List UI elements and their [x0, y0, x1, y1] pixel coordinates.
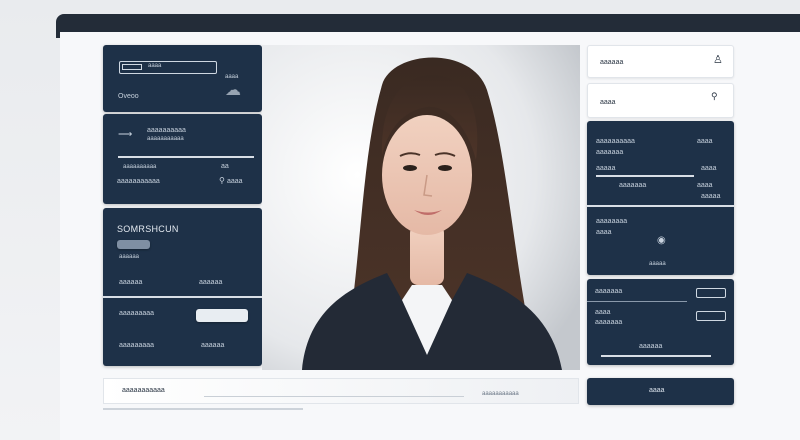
person-icon: ♙ [713, 54, 723, 66]
stats-row2-right: aaaa [697, 182, 713, 189]
stats-row3-left: aaaaa [701, 193, 721, 200]
form-footer: aaaaaa [639, 343, 663, 350]
detail-sub: aaaa [596, 229, 612, 236]
login-input[interactable]: aaaa [119, 61, 217, 74]
form-row1-left: aaaaaaa [595, 288, 623, 295]
bottom-underline [103, 408, 303, 410]
form-divider-2 [601, 355, 711, 357]
form-divider-1 [587, 301, 687, 302]
info-panel: ⟶ aaaaaaaaaa aaaaaaaaaaa aaaaaaaaaa aa a… [103, 114, 262, 204]
login-panel: aaaa ☁ aaaa Oveoo [103, 45, 262, 112]
bottom-bar: aaaaaaaaaaa aaaaaaaaaaa [103, 378, 579, 404]
cloud-label: aaaa [225, 74, 239, 80]
search-field[interactable] [196, 309, 248, 322]
search-row3-left: aaaaaaaaa [119, 342, 155, 349]
right-card-2-label: aaaa [600, 99, 616, 106]
action-button[interactable]: aaaa [587, 378, 734, 405]
info-heading: aaaaaaaaaa [147, 127, 186, 134]
right-card-2[interactable]: aaaa ⚲ [587, 83, 734, 118]
detail-caption: aaaaa [649, 261, 666, 267]
right-eye [438, 165, 452, 171]
bottom-bar-line [204, 396, 464, 397]
user-circle-icon: ◉ [657, 235, 666, 246]
stats-divider-2 [587, 205, 734, 207]
search-row-label: aaaaaa [199, 279, 223, 286]
info-subheading: aaaaaaaaaaa [147, 136, 184, 142]
location-icon: ⚲ [219, 176, 225, 185]
portrait-illustration [262, 45, 580, 370]
form-panel: aaaaaaa aaaa aaaaaaa aaaaaa [587, 279, 734, 365]
form-field-1[interactable] [696, 288, 726, 298]
bottom-left-text: aaaaaaaaaaa [122, 387, 165, 394]
form-row3-left: aaaaaaa [595, 319, 623, 326]
left-eye [403, 165, 417, 171]
stats-divider-1 [596, 175, 694, 177]
form-field-2[interactable] [696, 311, 726, 321]
cloud-icon: ☁ [225, 82, 241, 99]
action-button-label: aaaa [649, 387, 665, 394]
info-row1-label: aaaaaaaaaa [123, 164, 157, 170]
right-card-1[interactable]: aaaaaa ♙ [587, 45, 734, 78]
search-panel: SOMRSHCUN aaaaaa aaaaaa aaaaaa aaaaaaaaa… [103, 208, 262, 366]
profile-photo [262, 45, 580, 370]
search-row2-left: aaaaaaaaa [119, 310, 155, 317]
stats-panel: aaaaaaaaaa aaaa aaaaaaa aaaaa aaaa aaaaa… [587, 121, 734, 275]
search-item1-right: aaaaaa [119, 279, 143, 286]
search-item1-left: aaaaaa [119, 254, 140, 260]
info-row2-value: aaaa [227, 178, 243, 185]
stats-title: aaaaaaaaaa [596, 138, 635, 145]
stats-sub: aaaaaaa [596, 149, 624, 156]
stats-row1-right: aaaa [701, 165, 717, 172]
stats-title-right: aaaa [697, 138, 713, 145]
stats-row1-left: aaaaa [596, 165, 616, 172]
stats-row2-left: aaaaaaa [619, 182, 647, 189]
info-row1-value: aa [221, 163, 229, 170]
search-row3-right: aaaaaa [201, 342, 225, 349]
right-card-1-label: aaaaaa [600, 59, 624, 66]
search-chip[interactable] [117, 240, 150, 249]
detail-title: aaaaaaaa [596, 218, 628, 225]
arrow-icon: ⟶ [118, 129, 133, 140]
pin-icon: ⚲ [711, 91, 718, 101]
login-caption: Oveoo [118, 93, 139, 100]
input-label: aaaa [148, 63, 162, 69]
input-inner [122, 64, 142, 70]
info-row2-label: aaaaaaaaaaa [117, 178, 160, 185]
search-title: SOMRSHCUN [117, 224, 179, 234]
info-divider [118, 156, 254, 158]
bottom-right-text: aaaaaaaaaaa [482, 391, 519, 397]
form-row2-left: aaaa [595, 309, 611, 316]
search-divider [103, 296, 262, 298]
